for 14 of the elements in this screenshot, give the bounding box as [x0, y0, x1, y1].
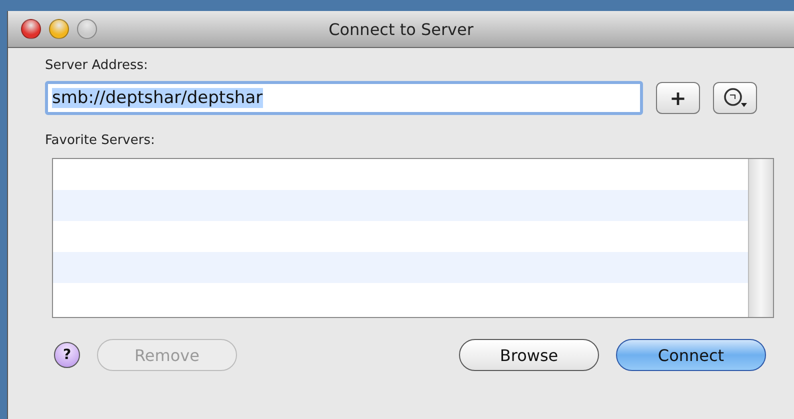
- close-icon[interactable]: [21, 19, 41, 39]
- scrollbar[interactable]: [748, 159, 773, 317]
- window-title: Connect to Server: [328, 20, 474, 38]
- minimize-icon[interactable]: [49, 19, 69, 39]
- field-label: Server Address:: [45, 58, 149, 73]
- help-button[interactable]: ?: [54, 342, 80, 368]
- list-label: Favorite Servers:: [45, 133, 156, 148]
- zoom-icon[interactable]: [77, 19, 97, 39]
- push-button[interactable]: Browse: [459, 339, 599, 371]
- server-address-field[interactable]: smb://deptshar/deptshar: [45, 81, 643, 115]
- clock-icon: [722, 87, 748, 109]
- add-button[interactable]: +: [656, 82, 700, 114]
- recent-servers-button[interactable]: [713, 82, 757, 114]
- connect-button[interactable]: Connect: [616, 339, 766, 371]
